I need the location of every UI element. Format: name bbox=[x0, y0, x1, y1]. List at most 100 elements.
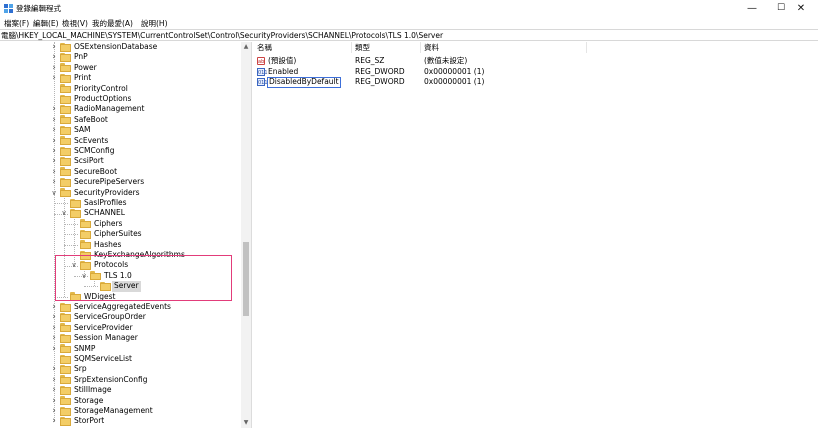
folder-icon bbox=[60, 167, 71, 177]
chevron-right-icon[interactable]: › bbox=[50, 157, 58, 166]
tree-item-session-manager[interactable]: › Session Manager bbox=[0, 333, 240, 343]
scroll-up-arrow-icon[interactable]: ▲ bbox=[241, 42, 251, 52]
chevron-right-icon[interactable]: › bbox=[50, 63, 58, 72]
column-divider[interactable] bbox=[420, 42, 421, 53]
tree-item-osextensiondatabase[interactable]: › OSExtensionDatabase bbox=[0, 42, 240, 52]
tree-item-print[interactable]: › Print bbox=[0, 73, 240, 83]
tree-item-storport[interactable]: › StorPort bbox=[0, 416, 240, 426]
tree-item-label: SecurePipeServers bbox=[74, 177, 145, 187]
folder-icon bbox=[60, 188, 71, 198]
tree-item-pnp[interactable]: › PnP bbox=[0, 52, 240, 62]
chevron-right-icon[interactable]: › bbox=[50, 344, 58, 353]
column-divider[interactable] bbox=[586, 42, 587, 53]
column-header-name[interactable]: 名稱 bbox=[257, 43, 272, 52]
tree-item-stillimage[interactable]: › StillImage bbox=[0, 385, 240, 395]
tree-item-serviceaggregatedevents[interactable]: › ServiceAggregatedEvents bbox=[0, 302, 240, 312]
tree-item-scsiport[interactable]: › ScsiPort bbox=[0, 156, 240, 166]
tree-item-saslprofiles[interactable]: SaslProfiles bbox=[0, 198, 240, 208]
tree-item-label: SaslProfiles bbox=[84, 198, 127, 207]
tree-item-secureboot[interactable]: › SecureBoot bbox=[0, 167, 240, 177]
close-button[interactable]: ✕ bbox=[784, 0, 818, 17]
folder-icon bbox=[60, 84, 71, 94]
chevron-right-icon[interactable]: › bbox=[50, 396, 58, 405]
tree-item-serviceprovider[interactable]: › ServiceProvider bbox=[0, 323, 240, 333]
chevron-right-icon[interactable]: › bbox=[50, 167, 58, 176]
folder-icon bbox=[60, 73, 71, 83]
column-divider[interactable] bbox=[351, 42, 352, 53]
tree-item-safeboot[interactable]: › SafeBoot bbox=[0, 115, 240, 125]
folder-icon bbox=[80, 219, 91, 229]
folder-icon bbox=[60, 333, 71, 343]
chevron-right-icon[interactable]: › bbox=[50, 386, 58, 395]
chevron-down-icon[interactable]: ∨ bbox=[50, 189, 58, 197]
scroll-thumb[interactable] bbox=[243, 242, 249, 316]
folder-icon bbox=[70, 208, 81, 218]
tree-item-productoptions[interactable]: ProductOptions bbox=[0, 94, 240, 104]
menu-favorites[interactable]: 我的最愛(A) bbox=[92, 19, 133, 28]
column-header-data[interactable]: 資料 bbox=[424, 43, 439, 52]
chevron-right-icon[interactable]: › bbox=[50, 178, 58, 187]
chevron-right-icon[interactable]: › bbox=[50, 313, 58, 322]
tree-item-storagemanagement[interactable]: › StorageManagement bbox=[0, 406, 240, 416]
tree-item-prioritycontrol[interactable]: PriorityControl bbox=[0, 84, 240, 94]
chevron-right-icon[interactable]: › bbox=[50, 375, 58, 384]
chevron-right-icon[interactable]: › bbox=[50, 126, 58, 135]
chevron-right-icon[interactable]: › bbox=[50, 365, 58, 374]
tree-scrollbar[interactable]: ▲ ▼ bbox=[241, 42, 251, 428]
chevron-down-icon[interactable]: ∨ bbox=[60, 209, 68, 217]
tree-item-srp[interactable]: › Srp bbox=[0, 364, 240, 374]
tree-item-securepipeservers[interactable]: › SecurePipeServers bbox=[0, 177, 240, 187]
tree-item-label: ScsiPort bbox=[74, 156, 104, 166]
tree-item-storage[interactable]: › Storage bbox=[0, 396, 240, 406]
tree-item-label: SCHANNEL bbox=[84, 208, 125, 218]
value-name-edit-field[interactable]: DisabledByDefault bbox=[267, 77, 341, 88]
tree-item-ciphersuites[interactable]: CipherSuites bbox=[0, 229, 240, 239]
folder-icon bbox=[60, 302, 71, 312]
chevron-right-icon[interactable]: › bbox=[50, 53, 58, 62]
tree-item-power[interactable]: › Power bbox=[0, 63, 240, 73]
address-path[interactable]: 電腦\HKEY_LOCAL_MACHINE\SYSTEM\CurrentCont… bbox=[1, 31, 443, 40]
chevron-right-icon[interactable]: › bbox=[50, 147, 58, 156]
folder-icon bbox=[70, 198, 81, 208]
tree-item-sam[interactable]: › SAM bbox=[0, 125, 240, 135]
folder-icon bbox=[60, 406, 71, 416]
menu-help[interactable]: 說明(H) bbox=[141, 19, 168, 28]
menu-edit[interactable]: 編輯(E) bbox=[33, 19, 59, 28]
chevron-right-icon[interactable]: › bbox=[50, 323, 58, 332]
tree-item-radiomanagement[interactable]: › RadioManagement bbox=[0, 104, 240, 114]
chevron-right-icon[interactable]: › bbox=[50, 334, 58, 343]
tree-item-snmp[interactable]: › SNMP bbox=[0, 344, 240, 354]
value-row-enabled[interactable]: 011 Enabled REG_DWORD 0x00000001 (1) bbox=[253, 67, 818, 78]
chevron-right-icon[interactable]: › bbox=[50, 105, 58, 114]
chevron-right-icon[interactable]: › bbox=[50, 74, 58, 83]
chevron-right-icon[interactable]: › bbox=[50, 407, 58, 416]
value-row-default[interactable]: ab (預設值) REG_SZ (數值未設定) bbox=[253, 56, 818, 67]
chevron-right-icon[interactable]: › bbox=[50, 303, 58, 312]
chevron-right-icon[interactable]: › bbox=[50, 43, 58, 52]
menu-file[interactable]: 檔案(F) bbox=[4, 19, 29, 28]
tree-item-sqmservicelist[interactable]: SQMServiceList bbox=[0, 354, 240, 364]
chevron-right-icon[interactable]: › bbox=[50, 136, 58, 145]
tree-item-schannel[interactable]: ∨ SCHANNEL bbox=[0, 208, 240, 218]
menu-view[interactable]: 檢視(V) bbox=[62, 19, 88, 28]
chevron-right-icon[interactable]: › bbox=[50, 115, 58, 124]
tree-item-hashes[interactable]: Hashes bbox=[0, 240, 240, 250]
tree-item-servicegrouporder[interactable]: › ServiceGroupOrder bbox=[0, 312, 240, 322]
folder-icon bbox=[60, 416, 71, 426]
tree-item-securityproviders[interactable]: ∨ SecurityProviders bbox=[0, 188, 240, 198]
column-header-type[interactable]: 類型 bbox=[355, 43, 370, 52]
folder-icon bbox=[60, 63, 71, 73]
folder-icon bbox=[60, 177, 71, 187]
chevron-right-icon[interactable]: › bbox=[50, 417, 58, 426]
value-data: (數值未設定) bbox=[424, 56, 468, 65]
scroll-down-arrow-icon[interactable]: ▼ bbox=[241, 418, 251, 428]
value-name: (預設值) bbox=[268, 56, 297, 65]
tree-item-scmconfig[interactable]: › SCMConfig bbox=[0, 146, 240, 156]
value-row-disabledbydefault[interactable]: 011 DisabledByDefault REG_DWORD 0x00000001 … bbox=[253, 77, 818, 88]
tree-item-label: ProductOptions bbox=[74, 94, 132, 103]
address-bar[interactable]: 電腦\HKEY_LOCAL_MACHINE\SYSTEM\CurrentCont… bbox=[0, 29, 818, 41]
tree-item-ciphers[interactable]: Ciphers bbox=[0, 219, 240, 229]
tree-item-srpextensionconfig[interactable]: › SrpExtensionConfig bbox=[0, 375, 240, 385]
tree-item-scevents[interactable]: › ScEvents bbox=[0, 136, 240, 146]
dword-value-icon: 011 bbox=[257, 67, 268, 76]
